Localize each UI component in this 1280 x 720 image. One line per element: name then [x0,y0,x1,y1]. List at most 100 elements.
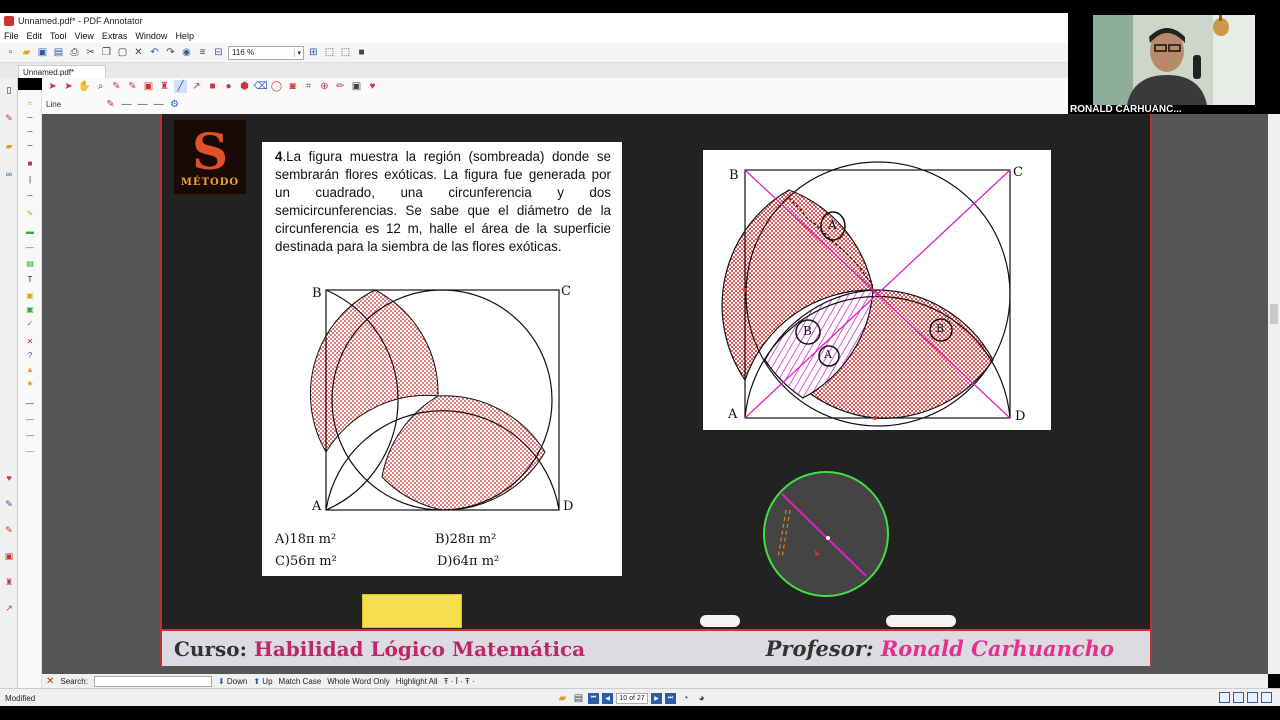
option-b[interactable]: B)28π m² [435,532,496,547]
menu-file[interactable]: File [4,31,19,41]
page-number-field[interactable]: 10 of 27 [616,693,648,704]
camera-icon[interactable]: ◙ [286,80,299,93]
eraser-red-icon[interactable]: ■ [24,158,36,168]
eraser-tool-icon[interactable]: ⌫ [253,80,267,93]
crop-icon[interactable]: ⌗ [302,80,315,93]
green-marker-icon[interactable]: ▬ [24,226,36,236]
fullscreen-icon[interactable]: ■ [355,46,368,59]
folder-icon[interactable]: ▰ [3,140,15,152]
pen-blue-wave3-icon[interactable]: ∼ [24,140,36,150]
vertical-scrollbar[interactable] [1268,114,1280,674]
previous-page-button[interactable]: ◀ [602,693,613,704]
continuous-view-icon[interactable] [1233,692,1244,703]
option-a[interactable]: A)18π m² [275,532,336,547]
open-folder-icon[interactable]: ▰ [20,46,33,59]
next-page-button[interactable]: ▶ [651,693,662,704]
menu-window[interactable]: Window [135,31,167,41]
favorite-heart-icon[interactable]: ♥ [3,472,15,484]
search-input[interactable] [93,675,212,687]
new-file-icon[interactable]: ▫ [4,46,17,59]
paste-icon[interactable]: ▢ [116,46,129,59]
first-page-button[interactable]: ⏮ [588,693,599,704]
text-icon[interactable]: T [24,274,36,284]
line-end-icon[interactable]: — [152,98,165,111]
menu-help[interactable]: Help [175,31,194,41]
stamp-menu-icon[interactable]: ≡ [196,46,209,59]
black-line-icon[interactable]: — [24,398,36,408]
zoom-box-icon[interactable]: ⊕ [318,80,331,93]
pen-pink-icon[interactable]: ∼ [24,190,36,200]
thumbnail-icon[interactable]: ▤ [572,692,585,705]
polygon-icon[interactable]: ⬢ [238,80,251,93]
bookmark-icon[interactable]: ▰ [556,692,569,705]
line-style-icon[interactable]: — [136,98,149,111]
highlight-all-option[interactable]: Highlight All [396,677,438,686]
zoom-out-icon[interactable]: ⊟ [212,46,225,59]
save-as-icon[interactable]: ▤ [52,46,65,59]
option-d[interactable]: D)64π m² [437,554,499,569]
search-down-button[interactable]: ⬇ Down [218,677,247,686]
pen-icon[interactable]: ✎ [3,112,15,124]
tab-unnamed-pdf[interactable]: Unnamed.pdf* [18,65,106,78]
two-page-view-icon[interactable] [1247,692,1258,703]
cross-icon[interactable]: ✕ [24,336,36,346]
select-text-icon[interactable]: ➤ [62,80,75,93]
pen-blue-wave2-icon[interactable]: ∼ [24,126,36,136]
lasso-icon[interactable]: ◯ [270,80,283,93]
option-c[interactable]: C)56π m² [275,554,337,569]
close-search-icon[interactable]: ✕ [46,676,54,687]
line-settings-icon[interactable]: ⚙ [168,98,181,111]
single-page-view-icon[interactable] [1219,692,1230,703]
image-tool-icon[interactable]: ▣ [142,80,155,93]
check-icon[interactable]: ✓ [24,318,36,328]
line-width-icon[interactable]: — [120,98,133,111]
green-line-icon[interactable]: — [24,446,36,456]
insert-image-icon[interactable]: ▣ [350,80,363,93]
marker-icon[interactable]: ✎ [3,524,15,536]
line-tool-icon[interactable]: ╱ [174,80,187,93]
grid-view-icon[interactable] [1261,692,1272,703]
pencil-icon[interactable]: ✏ [334,80,347,93]
back-icon[interactable]: ◔ [679,692,692,705]
pink-line-icon[interactable]: — [24,242,36,252]
zoom-in-icon[interactable]: ⊞ [307,46,320,59]
scrollbar-thumb[interactable] [1270,304,1278,324]
blue-line-icon[interactable]: — [24,430,36,440]
image-stamp-icon[interactable]: ▣ [24,304,36,314]
question-icon[interactable]: ? [24,350,36,360]
fit-width-icon[interactable]: ⬚ [339,46,352,59]
redo-icon[interactable]: ↷ [164,46,177,59]
arrow-tool-icon[interactable]: ↗ [3,602,15,614]
stamp-icon[interactable]: ♜ [3,576,15,588]
menu-edit[interactable]: Edit [27,31,43,41]
delete-icon[interactable]: ✕ [132,46,145,59]
whole-word-option[interactable]: Whole Word Only [327,677,390,686]
arrow-line-icon[interactable]: ↗ [190,80,203,93]
line-color-icon[interactable]: ✎ [104,98,117,111]
highlighter-yellow-icon[interactable]: ≈ [24,98,36,108]
page-icon[interactable]: ▯ [3,84,15,96]
link-icon[interactable]: ∞ [3,168,15,180]
menu-tool[interactable]: Tool [50,31,67,41]
select-arrow-icon[interactable]: ➤ [46,80,59,93]
star-icon[interactable]: ★ [24,378,36,388]
stamp-tool-icon[interactable]: ♜ [158,80,171,93]
pen-blue-wave-icon[interactable]: ∼ [24,112,36,122]
cut-icon[interactable]: ✂ [84,46,97,59]
copy-icon[interactable]: ❐ [100,46,113,59]
fit-page-icon[interactable]: ⬚ [323,46,336,59]
binoculars-icon[interactable]: ◉ [180,46,193,59]
red-line-icon[interactable]: — [24,414,36,424]
marker-tool-icon[interactable]: ✎ [126,80,139,93]
menu-view[interactable]: View [75,31,94,41]
note-icon[interactable]: ▣ [24,290,36,300]
green-stamp-icon[interactable]: ▤ [24,258,36,268]
forward-icon[interactable]: ◕ [695,692,708,705]
match-case-option[interactable]: Match Case [279,677,322,686]
pen-tool-icon[interactable]: ✎ [110,80,123,93]
warning-icon[interactable]: ▲ [24,364,36,374]
highlighter-icon[interactable]: ✎ [24,208,36,218]
ellipse-icon[interactable]: ● [222,80,235,93]
menu-extras[interactable]: Extras [102,31,128,41]
zoom-select[interactable]: 116 % ▾ [228,45,304,60]
